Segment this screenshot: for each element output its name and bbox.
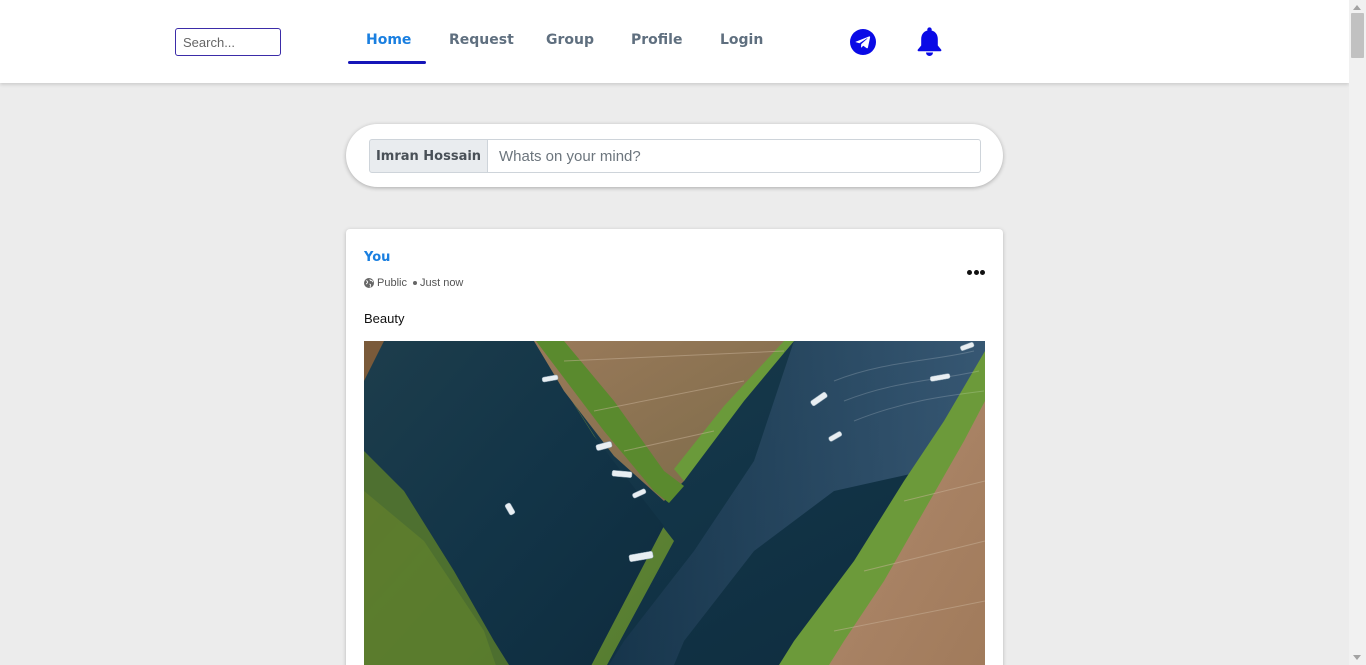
- composer-user-name: Imran Hossain: [369, 139, 488, 173]
- active-tab-indicator: [348, 61, 426, 64]
- post-card: You Public Just now Beauty: [346, 229, 1003, 665]
- post-text: Beauty: [364, 311, 405, 326]
- bell-icon[interactable]: [916, 27, 943, 57]
- post-image: [364, 341, 985, 665]
- nav-request[interactable]: Request: [449, 32, 514, 48]
- post-composer: Imran Hossain: [346, 124, 1003, 187]
- globe-icon: [364, 278, 374, 288]
- scroll-up-icon[interactable]: [1353, 5, 1361, 10]
- scroll-down-icon[interactable]: [1353, 655, 1361, 660]
- separator-dot-icon: [412, 281, 417, 285]
- post-time: Just now: [419, 277, 464, 289]
- post-meta: Public Just now: [364, 277, 463, 289]
- telegram-icon[interactable]: [850, 29, 876, 55]
- status-input[interactable]: [487, 139, 981, 173]
- post-author[interactable]: You: [364, 250, 390, 265]
- nav-profile[interactable]: Profile: [631, 32, 682, 48]
- scrollbar-thumb[interactable]: [1351, 13, 1364, 58]
- vertical-scrollbar[interactable]: [1349, 0, 1366, 665]
- post-options-icon[interactable]: [967, 269, 985, 275]
- nav-group[interactable]: Group: [546, 32, 594, 48]
- nav-login[interactable]: Login: [720, 32, 763, 48]
- post-visibility: Public: [377, 277, 407, 289]
- search-input[interactable]: [175, 28, 281, 56]
- nav-home[interactable]: Home: [366, 32, 411, 48]
- top-navbar: Home Request Group Profile Login: [0, 0, 1349, 83]
